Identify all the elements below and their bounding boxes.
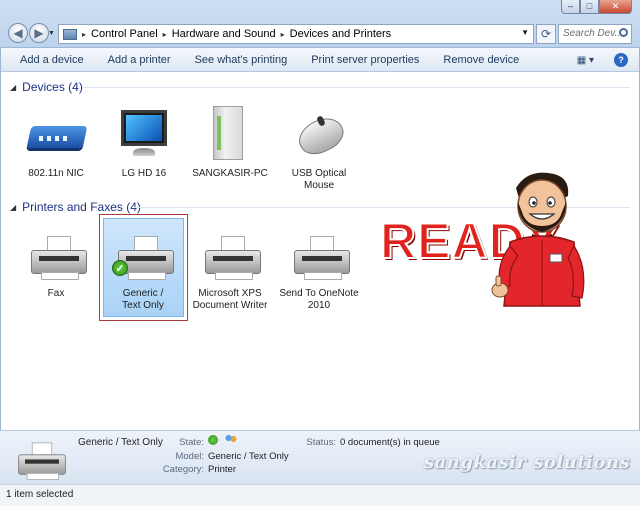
device-mouse[interactable]: USB Optical Mouse xyxy=(279,102,359,192)
search-icon[interactable] xyxy=(619,28,628,37)
default-printer-check-icon: ✓ xyxy=(112,260,128,276)
status-bar-text: 1 item selected xyxy=(6,489,74,500)
close-button[interactable]: ✕ xyxy=(599,0,632,14)
back-button[interactable]: ◀ xyxy=(8,23,28,43)
chevron-right-icon: ▸ xyxy=(162,29,167,39)
watermark-text: sangkasir solutions xyxy=(424,452,631,473)
status-label: Status: xyxy=(306,437,336,448)
printer-icon xyxy=(199,222,261,284)
device-label: Fax xyxy=(47,288,65,299)
chevron-right-icon: ▸ xyxy=(280,29,285,39)
search-input[interactable]: Search Dev... xyxy=(558,24,632,44)
device-label: LG HD 16 xyxy=(121,168,167,179)
status-value: 0 document(s) in queue xyxy=(340,437,440,448)
printer-icon xyxy=(288,222,350,284)
add-printer-button[interactable]: Add a printer xyxy=(108,54,171,66)
devices-group-header[interactable]: ◢ Devices (4) xyxy=(10,79,83,95)
print-server-properties-button[interactable]: Print server properties xyxy=(311,54,419,66)
model-value: Generic / Text Only xyxy=(208,451,289,462)
title-bar: – □ ✕ ◀ ▶ ▼ ▸ Control Panel ▸ Hardware a… xyxy=(0,0,640,48)
device-label: 802.11n NIC xyxy=(28,168,84,179)
category-label: Category: xyxy=(162,464,204,475)
device-label: SANGKASIR-PC xyxy=(192,168,268,179)
device-nic[interactable]: 802.11n NIC xyxy=(16,102,96,180)
refresh-button[interactable]: ⟳ xyxy=(536,24,556,44)
breadcrumb-control-panel[interactable]: Control Panel xyxy=(91,28,158,40)
device-computer[interactable]: SANGKASIR-PC xyxy=(190,102,270,180)
device-label: Generic / Text Only xyxy=(122,288,164,311)
chevron-right-icon: ▸ xyxy=(82,29,87,39)
collapse-icon[interactable]: ◢ xyxy=(10,203,16,212)
address-bar[interactable]: ▸ Control Panel ▸ Hardware and Sound ▸ D… xyxy=(58,24,534,44)
devices-group-title: Devices (4) xyxy=(22,80,83,94)
status-bar: 1 item selected xyxy=(0,484,640,506)
network-adapter-icon xyxy=(25,102,88,164)
shared-users-icon xyxy=(224,435,237,446)
monitor-icon xyxy=(113,102,175,164)
change-view-icon[interactable]: ▦ ▾ xyxy=(577,55,594,66)
cartoon-character-image xyxy=(491,172,585,307)
computer-tower-icon xyxy=(199,102,261,164)
printer-xps[interactable]: Microsoft XPS Document Writer xyxy=(190,222,270,312)
device-label: Send To OneNote 2010 xyxy=(279,288,359,311)
see-printing-button[interactable]: See what's printing xyxy=(195,54,288,66)
search-placeholder: Search Dev... xyxy=(563,28,623,39)
divider xyxy=(82,87,630,88)
printer-fax[interactable]: Fax xyxy=(16,222,96,300)
model-label: Model: xyxy=(175,451,204,462)
mouse-icon xyxy=(288,102,350,164)
printer-onenote[interactable]: Send To OneNote 2010 xyxy=(279,222,359,312)
add-device-button[interactable]: Add a device xyxy=(20,54,84,66)
state-value xyxy=(208,435,237,446)
state-label: State: xyxy=(179,437,204,448)
help-icon[interactable]: ? xyxy=(614,53,628,67)
window-border-left xyxy=(0,48,1,484)
recent-pages-dropdown[interactable]: ▼ xyxy=(48,30,55,37)
window-controls: – □ ✕ xyxy=(561,0,632,14)
collapse-icon[interactable]: ◢ xyxy=(10,83,16,92)
state-ok-icon xyxy=(208,435,218,446)
printers-group-header[interactable]: ◢ Printers and Faxes (4) xyxy=(10,199,141,215)
printers-group-title: Printers and Faxes (4) xyxy=(22,200,141,214)
printer-icon: ✓ xyxy=(112,222,174,284)
breadcrumb-hardware-and-sound[interactable]: Hardware and Sound xyxy=(172,28,276,40)
minimize-button[interactable]: – xyxy=(561,0,580,14)
remove-device-button[interactable]: Remove device xyxy=(443,54,519,66)
fax-icon xyxy=(25,222,87,284)
category-value: Printer xyxy=(208,464,236,475)
device-monitor[interactable]: LG HD 16 xyxy=(104,102,184,180)
maximize-button[interactable]: □ xyxy=(580,0,599,14)
address-dropdown-icon[interactable]: ▼ xyxy=(521,28,529,37)
command-bar: Add a device Add a printer See what's pr… xyxy=(0,48,640,72)
printer-generic-text-only[interactable]: ✓ Generic / Text Only xyxy=(103,222,183,312)
device-label: USB Optical Mouse xyxy=(291,168,347,191)
device-label: Microsoft XPS Document Writer xyxy=(192,288,268,311)
printer-icon xyxy=(18,439,66,480)
breadcrumb-devices-and-printers[interactable]: Devices and Printers xyxy=(290,28,392,40)
forward-button[interactable]: ▶ xyxy=(29,23,49,43)
control-panel-icon xyxy=(63,28,77,40)
